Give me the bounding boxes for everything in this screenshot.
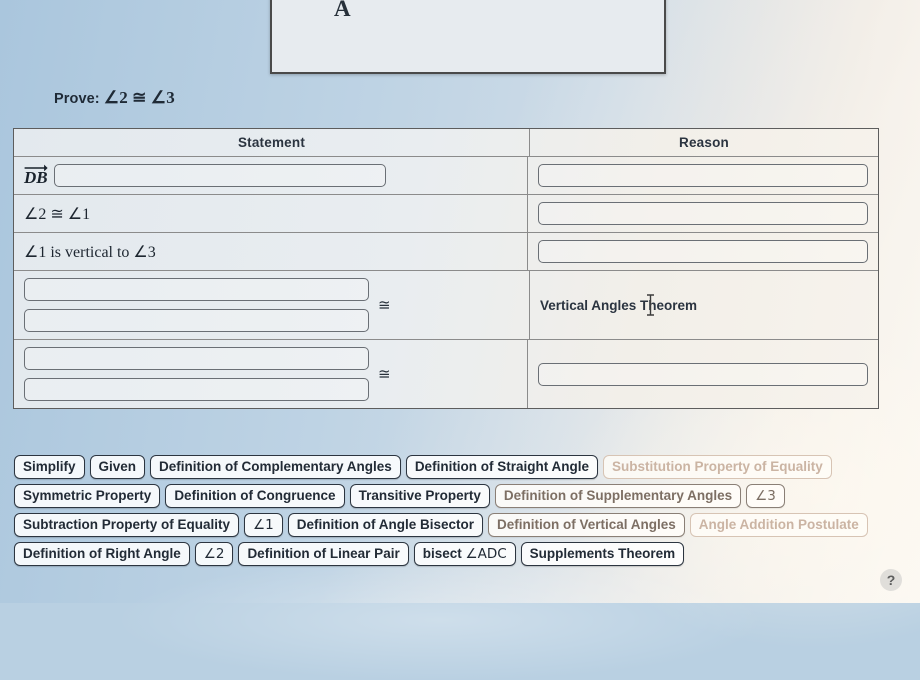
answer-bank-row-1: Simplify Given Definition of Complementary… [14,455,906,479]
congruence-symbol-5: ≅ [378,365,391,383]
table-row: DB [14,157,878,195]
statement-cell-2: ∠2 ≅ ∠1 [14,195,528,232]
answer-chip[interactable]: ∠2 [194,542,234,566]
table-header-row: Statement Reason [14,129,878,157]
statement-cell-5: ≅ [14,340,528,408]
statement-text-2: ∠2 ≅ ∠1 [24,205,91,223]
answer-chip-text: ∠ADC [465,546,507,562]
answer-chip[interactable]: ∠3 [746,484,785,508]
reason-label-4: Vertical Angles Theorem [540,297,698,313]
answer-chip[interactable]: Angle Addition Postulate [689,513,868,537]
answer-chip[interactable]: Simplify [14,455,85,479]
statement-input-5b[interactable] [24,378,369,401]
table-row: ∠1 is vertical to ∠3 [14,233,878,271]
congruence-symbol-4: ≅ [378,296,391,314]
ray-arrow-icon [24,164,48,171]
diagram-rays-svg [272,0,664,72]
table-row: ≅ Vertical Angles Theorem [14,271,878,340]
statement-blank-group-5 [24,347,369,401]
table-row: ≅ [14,340,878,408]
statement-blank-stack-4: ≅ [24,278,391,332]
answer-bank: Simplify Given Definition of Complementary… [14,455,906,571]
answer-chip[interactable]: Definition of Congruence [165,484,345,508]
answer-chip-text: bisect [422,546,466,561]
reason-cell-4: Vertical Angles Theorem [530,271,878,339]
reason-cell-5 [528,340,878,408]
table-row: ∠2 ≅ ∠1 [14,195,878,233]
answer-chip[interactable]: bisect ∠ADC [413,542,516,566]
diagram-point-label-a: A [334,0,351,21]
ray-db-label: DB [24,164,48,186]
reason-cell-1 [528,157,878,194]
statement-cell-1: DB [14,157,528,194]
answer-chip[interactable]: Substitution Property of Equality [603,455,832,479]
answer-chip-text: ∠1 [253,517,274,533]
answer-bank-row-3: Subtraction Property of Equality ∠1 Defini… [14,513,906,537]
column-header-reason: Reason [679,135,729,150]
answer-chip[interactable]: Definition of Complementary Angles [150,455,401,479]
answer-chip[interactable]: Definition of Supplementary Angles [494,484,742,508]
header-cell-statement: Statement [14,129,530,156]
answer-chip[interactable]: Given [89,455,146,479]
answer-bank-row-4: Definition of Right Angle ∠2 Definition of… [14,542,906,566]
answer-chip[interactable]: ∠1 [244,513,283,537]
answer-bank-row-2: Symmetric Property Definition of Congruen… [14,484,906,508]
reason-text-4: Vertical Angles Theorem [540,293,698,316]
statement-blank-stack-5: ≅ [24,347,391,401]
reason-input-1[interactable] [538,164,868,187]
statement-blank-group-4 [24,278,369,332]
reason-input-5[interactable] [538,362,868,386]
header-cell-reason: Reason [530,129,878,156]
prove-label: Prove: [54,91,100,107]
prove-statement: ∠2 ≅ ∠3 [103,88,175,107]
help-button[interactable]: ? [880,569,902,591]
answer-chip[interactable]: Symmetric Property [14,484,161,508]
answer-chip[interactable]: Subtraction Property of Equality [14,513,240,537]
statement-input-4a[interactable] [24,278,369,301]
statement-cell-3: ∠1 is vertical to ∠3 [14,233,528,270]
answer-chip-text: ∠2 [203,546,225,562]
geometry-diagram: A [270,0,666,74]
reason-cell-2 [528,195,878,232]
answer-chip[interactable]: Definition of Linear Pair [238,542,409,566]
answer-chip[interactable]: Definition of Straight Angle [405,455,599,479]
answer-chip[interactable]: Definition of Right Angle [14,542,190,566]
answer-chip[interactable]: Definition of Vertical Angles [488,513,685,537]
answer-chip[interactable]: Supplements Theorem [520,542,685,566]
prove-line: Prove: ∠2 ≅ ∠3 [54,88,175,108]
answer-chip-text: ∠3 [755,488,776,504]
answer-chip[interactable]: Definition of Angle Bisector [287,513,483,537]
reason-cell-3 [528,233,878,270]
statement-input-1[interactable] [53,164,386,187]
statement-input-4b[interactable] [24,309,369,332]
statement-text-3: ∠1 is vertical to ∠3 [24,243,156,261]
answer-chip[interactable]: Transitive Property [349,484,490,508]
reason-input-3[interactable] [538,240,868,263]
column-header-statement: Statement [237,135,306,150]
statement-input-5a[interactable] [24,347,369,370]
reason-input-2[interactable] [538,202,868,225]
two-column-proof-table: Statement Reason DB ∠2 ≅ ∠1 ∠1 is vertic… [13,128,879,409]
statement-cell-4: ≅ [14,271,530,339]
